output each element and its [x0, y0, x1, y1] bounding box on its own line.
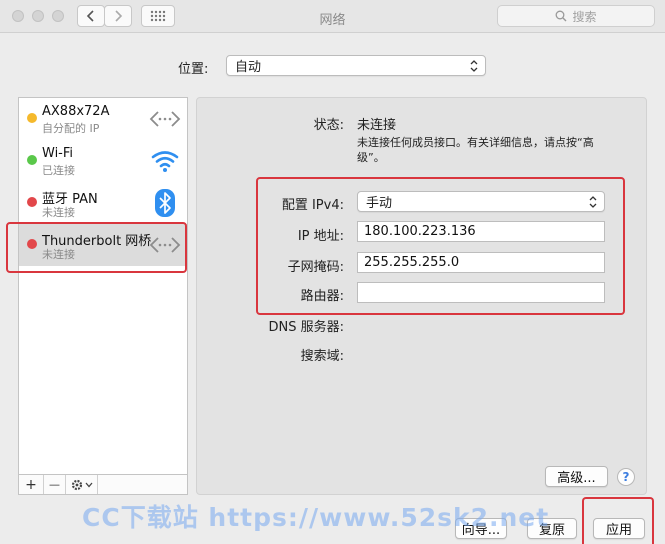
status-label: 状态: [313, 118, 344, 133]
ip-address-label: IP 地址: [297, 229, 344, 244]
ip-address-value: 180.100.223.136 [364, 224, 476, 239]
router-field[interactable] [357, 282, 605, 303]
gear-icon [71, 479, 92, 490]
service-item-ax88x72a[interactable]: AX88x72A 自分配的 IP [19, 98, 187, 140]
service-status: 未连接 [42, 206, 75, 219]
location-select[interactable]: 自动 [226, 55, 486, 76]
service-name: Wi-Fi [42, 146, 74, 161]
location-value: 自动 [235, 60, 262, 75]
subnet-mask-value: 255.255.255.0 [364, 255, 460, 270]
ipv4-config-value: 手动 [366, 196, 393, 211]
help-button[interactable]: ? [617, 468, 635, 486]
service-item-wifi[interactable]: Wi-Fi 已连接 [19, 140, 187, 182]
service-status: 自分配的 IP [42, 122, 100, 135]
subnet-mask-label: 子网掩码: [287, 260, 344, 275]
service-item-bluetooth-pan[interactable]: 蓝牙 PAN 未连接 [19, 182, 187, 224]
highlight-apply-button [582, 497, 654, 544]
location-label: 位置: [178, 62, 209, 77]
status-dot [27, 197, 37, 207]
service-list: AX88x72A 自分配的 IP Wi-Fi 已连接 蓝牙 PAN 未连接 Th… [18, 97, 188, 475]
action-menu-button[interactable] [66, 475, 98, 494]
status-dot [27, 155, 37, 165]
service-status: 已连接 [42, 164, 75, 177]
search-domain-label: 搜索域: [300, 349, 344, 364]
up-down-arrows-icon [589, 196, 597, 208]
ip-address-field[interactable]: 180.100.223.136 [357, 221, 605, 242]
remove-service-button[interactable]: — [44, 475, 66, 494]
dns-server-label: DNS 服务器: [268, 320, 345, 335]
service-list-toolbar: + — [18, 475, 188, 495]
highlight-selected-service [6, 222, 187, 273]
search-placeholder: 搜索 [572, 9, 597, 24]
search-icon [556, 10, 567, 22]
router-label: 路由器: [300, 289, 344, 304]
bluetooth-icon [149, 188, 181, 218]
status-value: 未连接 [357, 118, 397, 133]
ipv4-label: 配置 IPv4: [281, 198, 344, 213]
service-name: AX88x72A [42, 104, 110, 119]
advanced-button[interactable]: 高级... [545, 466, 608, 487]
status-dot [27, 113, 37, 123]
arrows-icon [149, 104, 181, 134]
watermark-text: CC下载站 https://www.52sk2.net [82, 503, 550, 532]
ipv4-config-select[interactable]: 手动 [357, 191, 605, 212]
search-input[interactable]: 搜索 [497, 5, 655, 27]
add-service-button[interactable]: + [19, 475, 44, 494]
status-description: 未连接任何成员接口。有关详细信息，请点按“高级”。 [357, 136, 594, 164]
up-down-arrows-icon [470, 60, 478, 72]
wifi-icon [149, 146, 181, 176]
subnet-mask-field[interactable]: 255.255.255.0 [357, 252, 605, 273]
